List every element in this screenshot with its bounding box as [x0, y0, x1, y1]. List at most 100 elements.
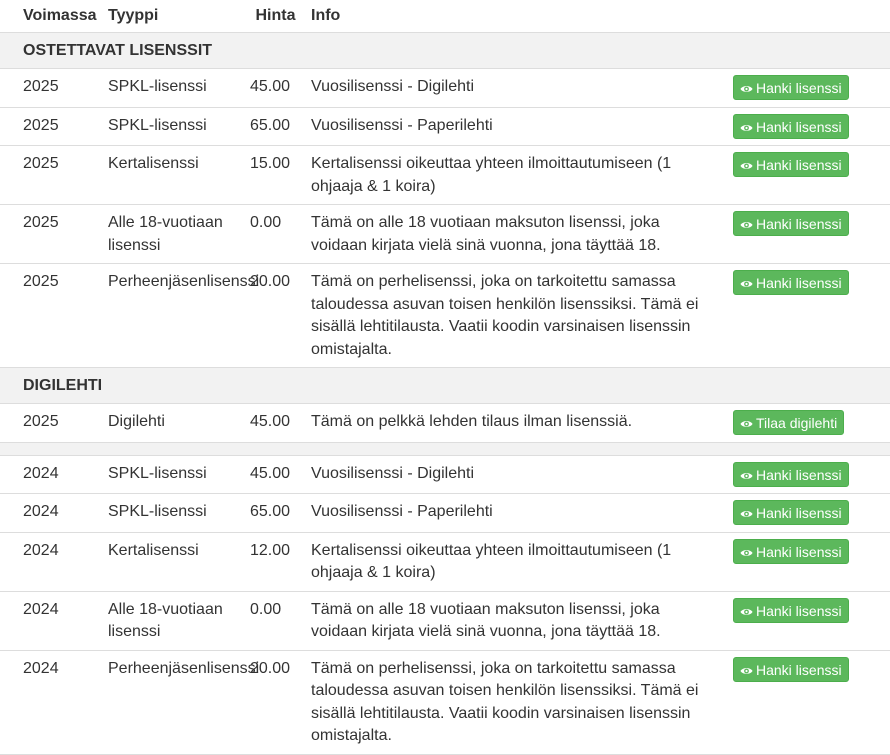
column-header-type: Tyyppi [84, 0, 250, 33]
row-info: Tämä on perhelisenssi, joka on tarkoitet… [301, 263, 724, 368]
button-label: Hanki lisenssi [756, 80, 842, 96]
get-license-button[interactable]: Hanki lisenssi [733, 75, 849, 100]
get-license-button[interactable]: Hanki lisenssi [733, 597, 849, 623]
table-row: 2025 Alle 18-vuotiaan lisenssi 0.00 Tämä on… [0, 204, 890, 264]
row-action: Hanki lisenssi [724, 591, 890, 651]
get-license-button[interactable]: Hanki lisenssi [733, 270, 849, 295]
row-info: Vuosilisenssi - Digilehti [301, 455, 724, 494]
row-year: 2025 [0, 68, 84, 108]
button-label: Hanki lisenssi [756, 505, 842, 521]
row-info: Vuosilisenssi - Digilehti [301, 68, 724, 108]
row-type: Alle 18-vuotiaan lisenssi [84, 591, 250, 651]
row-price: 12.00 [250, 532, 301, 592]
button-label: Hanki lisenssi [756, 602, 842, 619]
row-info: Vuosilisenssi - Paperilehti [301, 107, 724, 146]
row-price: 0.00 [250, 204, 301, 264]
table-header-row: Voimassa Tyyppi Hinta Info [0, 0, 890, 33]
eye-icon [740, 607, 753, 617]
row-action: Hanki lisenssi [724, 455, 890, 494]
get-license-button[interactable]: Hanki lisenssi [733, 538, 849, 564]
row-action: Hanki lisenssi [724, 204, 890, 264]
eye-icon [740, 548, 753, 558]
row-action: Tilaa digilehti [724, 403, 890, 443]
row-price: 15.00 [250, 145, 301, 205]
eye-icon [740, 123, 753, 133]
row-year: 2024 [0, 650, 84, 755]
get-license-button[interactable]: Hanki lisenssi [733, 656, 849, 682]
button-label: Hanki lisenssi [756, 543, 842, 560]
row-price: 45.00 [250, 403, 301, 443]
row-price: 45.00 [250, 68, 301, 108]
eye-icon [740, 84, 753, 94]
row-action: Hanki lisenssi [724, 263, 890, 368]
row-year: 2025 [0, 204, 84, 264]
row-action: Hanki lisenssi [724, 68, 890, 108]
row-action: Hanki lisenssi [724, 532, 890, 592]
row-price: 45.00 [250, 455, 301, 494]
section-title-licenses: OSTETTAVAT LISENSSIT [0, 32, 890, 69]
row-type: Perheenjäsenlisenssi [84, 263, 259, 368]
row-year: 2024 [0, 493, 84, 533]
row-type: Kertalisenssi [84, 532, 250, 592]
eye-icon [740, 666, 753, 676]
row-type: SPKL-lisenssi [84, 493, 250, 533]
row-info: Tämä on alle 18 vuotiaan maksuton lisens… [301, 204, 724, 264]
button-label: Hanki lisenssi [756, 661, 842, 678]
row-type: SPKL-lisenssi [84, 68, 250, 108]
table-row: 2024 SPKL-lisenssi 45.00 Vuosilisenssi - Di… [0, 455, 890, 494]
table-row: 2024 Perheenjäsenlisenssi 20.00 Tämä on per… [0, 650, 890, 755]
row-action: Hanki lisenssi [724, 107, 890, 146]
table-row: 2025 Kertalisenssi 15.00 Kertalisenssi oike… [0, 145, 890, 205]
get-license-button[interactable]: Hanki lisenssi [733, 113, 849, 139]
section-title-digilehti: DIGILEHTI [0, 367, 890, 404]
column-header-info: Info [301, 0, 724, 33]
button-label: Hanki lisenssi [756, 466, 842, 483]
row-info: Vuosilisenssi - Paperilehti [301, 493, 724, 533]
section-row-licenses: OSTETTAVAT LISENSSIT [0, 32, 890, 69]
row-action: Hanki lisenssi [724, 145, 890, 205]
eye-icon [740, 279, 753, 289]
get-license-button[interactable]: Hanki lisenssi [733, 461, 849, 487]
column-header-valid: Voimassa [0, 0, 97, 33]
eye-icon [740, 220, 753, 230]
section-divider [0, 442, 890, 456]
row-type: SPKL-lisenssi [84, 455, 250, 494]
order-digilehti-button[interactable]: Tilaa digilehti [733, 410, 845, 435]
button-label: Tilaa digilehti [756, 415, 838, 431]
row-info: Kertalisenssi oikeuttaa yhteen ilmoittau… [301, 532, 724, 592]
row-price: 65.00 [250, 107, 301, 146]
get-license-button[interactable]: Hanki lisenssi [733, 500, 849, 525]
row-price: 20.00 [250, 263, 301, 368]
get-license-button[interactable]: Hanki lisenssi [733, 152, 849, 177]
table-row: 2024 SPKL-lisenssi 65.00 Vuosilisenssi - Pa… [0, 493, 890, 533]
row-year: 2024 [0, 532, 84, 592]
row-year: 2025 [0, 145, 84, 205]
row-info: Kertalisenssi oikeuttaa yhteen ilmoittau… [301, 145, 724, 205]
eye-icon [740, 509, 753, 519]
column-header-action [724, 0, 890, 33]
row-type: Kertalisenssi [84, 145, 250, 205]
row-type: Digilehti [84, 403, 250, 443]
get-license-button[interactable]: Hanki lisenssi [733, 211, 849, 236]
row-info: Tämä on pelkkä lehden tilaus ilman lisen… [301, 403, 724, 443]
eye-icon [740, 471, 753, 481]
table-row: 2025 SPKL-lisenssi 65.00 Vuosilisenssi - Pa… [0, 107, 890, 146]
row-year: 2025 [0, 263, 84, 368]
row-info: Tämä on alle 18 vuotiaan maksuton lisens… [301, 591, 724, 651]
license-rows-2024: 2024 SPKL-lisenssi 45.00 Vuosilisenssi - Di… [0, 455, 890, 755]
row-price: 0.00 [250, 591, 301, 651]
row-price: 65.00 [250, 493, 301, 533]
button-label: Hanki lisenssi [756, 157, 842, 173]
row-info: Tämä on perhelisenssi, joka on tarkoitet… [301, 650, 724, 755]
button-label: Hanki lisenssi [756, 216, 842, 232]
row-action: Hanki lisenssi [724, 493, 890, 533]
license-table: Voimassa Tyyppi Hinta Info OSTETTAVAT LI… [0, 0, 890, 755]
section-row-digilehti: DIGILEHTI [0, 367, 890, 404]
button-label: Hanki lisenssi [756, 275, 842, 291]
row-price: 20.00 [250, 650, 301, 755]
table-row: 2024 Alle 18-vuotiaan lisenssi 0.00 Tämä on… [0, 591, 890, 651]
license-rows-2025: 2025 SPKL-lisenssi 45.00 Vuosilisenssi - Di… [0, 68, 890, 368]
eye-icon [740, 419, 753, 429]
row-year: 2025 [0, 403, 84, 443]
table-row: 2025 Perheenjäsenlisenssi 20.00 Tämä on per… [0, 263, 890, 368]
